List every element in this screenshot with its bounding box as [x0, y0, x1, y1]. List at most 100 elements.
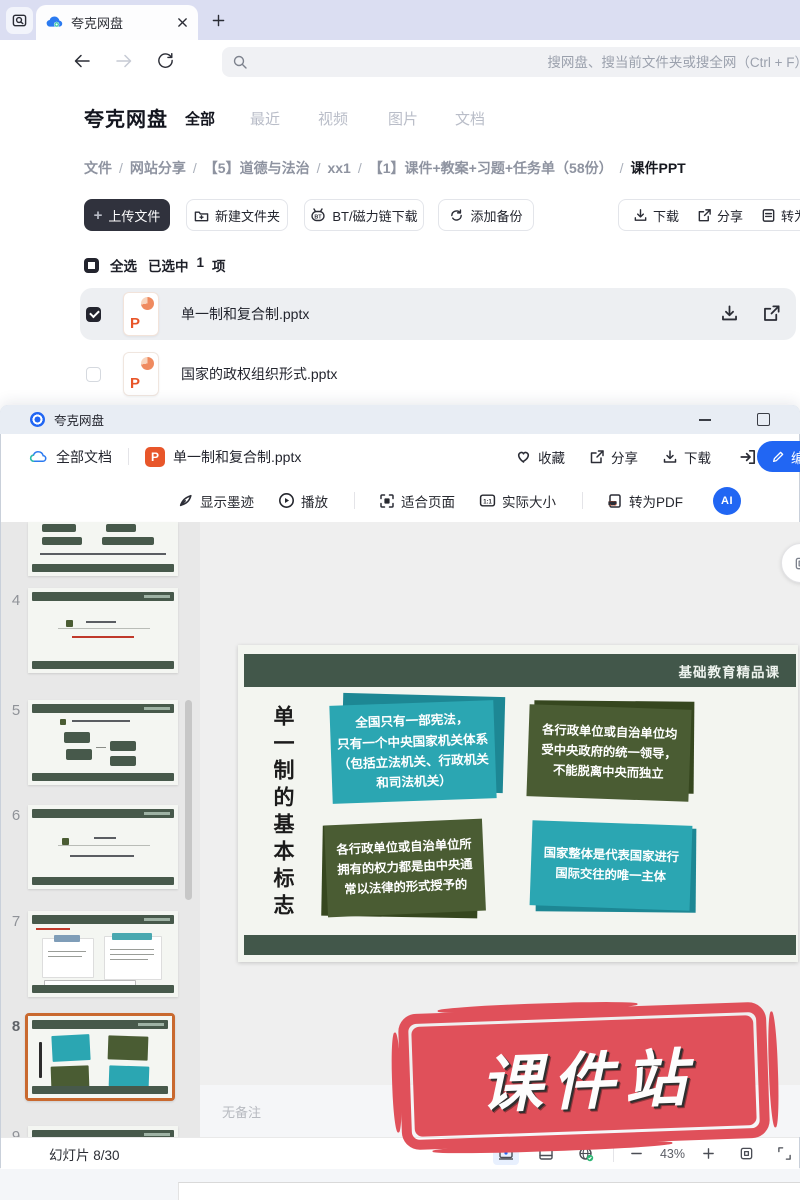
tab-all[interactable]: 全部	[185, 108, 215, 129]
thumbnail-number: 5	[8, 702, 24, 719]
breadcrumb-item[interactable]: 【5】道德与法治	[204, 160, 310, 176]
select-all-checkbox[interactable]	[84, 258, 99, 273]
slide-thumbnail[interactable]	[28, 522, 178, 576]
minimize-button[interactable]	[699, 419, 711, 421]
tab-recent[interactable]: 最近	[250, 108, 280, 129]
breadcrumb-item[interactable]: 【1】课件+教案+习题+任务单（58份）	[369, 160, 613, 176]
row-download-icon[interactable]	[720, 304, 740, 324]
edit-button[interactable]: 编辑	[757, 441, 800, 472]
slide-thumbnail[interactable]	[28, 911, 178, 997]
maximize-button[interactable]	[757, 413, 770, 426]
tab-video[interactable]: 视频	[318, 108, 348, 129]
viewer-share-button[interactable]: 分享	[589, 447, 638, 467]
play-tool[interactable]: 播放	[278, 491, 328, 511]
slide-thumbnail-current[interactable]	[25, 1013, 175, 1101]
slide-canvas: 基础教育精品课 单一制的基本标志 全国只有一部宪法， 只有一个中央国家机关体系 …	[238, 645, 798, 962]
download-icon	[662, 449, 678, 465]
document-title: 单一制和复合制.pptx	[173, 447, 515, 467]
fit-screen-icon[interactable]	[733, 1143, 759, 1165]
new-tab-button[interactable]	[206, 8, 230, 32]
slide-header-bar: 基础教育精品课	[244, 654, 796, 687]
selected-count: 已选中 1 项	[148, 255, 226, 275]
bt-magnet-download-button[interactable]: BT BT/磁力链下载	[304, 199, 424, 231]
sidebar-search-button[interactable]	[6, 7, 33, 34]
thumbnail-number: 8	[8, 1018, 24, 1035]
breadcrumb-item[interactable]: 文件	[84, 160, 112, 176]
thumbnail-number: 4	[8, 592, 24, 609]
zoom-in-icon[interactable]	[695, 1143, 721, 1165]
actual-size-tool[interactable]: 1:1 实际大小	[479, 491, 556, 511]
page-title: 夸克网盘	[84, 103, 168, 132]
row-open-icon[interactable]	[762, 304, 782, 324]
ink-pen-icon	[177, 492, 194, 509]
ai-assistant-button[interactable]: AI	[713, 487, 741, 515]
new-folder-button[interactable]: 新建文件夹	[186, 199, 288, 231]
play-icon	[278, 492, 295, 509]
tab-doc[interactable]: 文档	[455, 108, 485, 129]
slide-thumbnail[interactable]	[28, 700, 178, 785]
file-row[interactable]: P 国家的政权组织形式.pptx	[80, 348, 796, 400]
viewer-download-button[interactable]: 下载	[662, 447, 711, 467]
pdf-icon	[761, 208, 776, 223]
slide-vertical-title: 单一制的基本标志	[268, 705, 298, 921]
back-button[interactable]	[72, 51, 92, 71]
underlying-page-edge	[178, 1182, 800, 1200]
download-icon	[633, 208, 648, 223]
to-pdf-action[interactable]: 转为PDF	[761, 206, 800, 225]
fit-page-tool[interactable]: 适合页面	[379, 491, 455, 511]
one-to-one-icon: 1:1	[479, 492, 496, 509]
quark-logo-icon	[46, 14, 63, 31]
browser-tab[interactable]: 夸克网盘	[36, 5, 198, 40]
svg-text:PDF: PDF	[609, 501, 617, 505]
heart-icon	[515, 448, 532, 465]
viewer-tools: 显示墨迹 播放 适合页面 1:1 实际大小 PDF 转为PDF AI	[1, 479, 799, 523]
add-backup-button[interactable]: 添加备份	[438, 199, 534, 231]
fullscreen-icon[interactable]	[771, 1143, 797, 1165]
app-logo-icon	[30, 412, 45, 427]
favorite-button[interactable]: 收藏	[515, 447, 565, 467]
forward-button[interactable]	[114, 51, 134, 71]
slide-thumbnail[interactable]	[28, 1126, 178, 1137]
upload-button[interactable]: + 上传文件	[84, 199, 170, 231]
to-pdf-tool[interactable]: PDF 转为PDF	[607, 491, 683, 511]
viewer-status-bar: 幻灯片 8/30 43%	[1, 1137, 799, 1169]
screen: 夸克网盘 夸克网盘 全部 最近 视频 图片 文档 文件/网站分享/【5】道德与法…	[0, 0, 800, 1200]
search-bar[interactable]	[222, 47, 800, 77]
folder-plus-icon	[194, 208, 209, 223]
slide-text-box: 国家整体是代表国家进行 国际交往的唯一主体	[530, 820, 693, 911]
show-ink-tool[interactable]: 显示墨迹	[177, 491, 254, 511]
file-name[interactable]: 单一制和复合制.pptx	[181, 304, 720, 324]
thumbnail-scrollbar[interactable]	[185, 700, 192, 900]
file-row[interactable]: P 单一制和复合制.pptx	[80, 288, 796, 340]
download-action[interactable]: 下载	[633, 206, 679, 225]
pencil-icon	[771, 450, 785, 464]
cloud-icon	[29, 447, 48, 466]
save-to-drive-icon[interactable]	[739, 448, 757, 466]
fit-page-icon	[379, 493, 395, 509]
thumbnail-number: 7	[8, 913, 24, 930]
zoom-level[interactable]: 43%	[660, 1147, 685, 1161]
file-name[interactable]: 国家的政权组织形式.pptx	[181, 364, 796, 384]
file-checkbox[interactable]	[86, 307, 101, 322]
breadcrumb: 文件/网站分享/【5】道德与法治/xx1/【1】课件+教案+习题+任务单（58份…	[84, 158, 686, 178]
ppt-file-icon: P	[123, 292, 159, 336]
file-checkbox[interactable]	[86, 367, 101, 382]
slide-text-box: 全国只有一部宪法， 只有一个中央国家机关体系 （包括立法机关、行政机关 和司法机…	[329, 700, 496, 804]
bt-icon: BT	[310, 207, 326, 223]
breadcrumb-item[interactable]: 网站分享	[130, 160, 186, 176]
slide-footer-bar	[244, 935, 796, 955]
slide-thumbnail[interactable]	[28, 588, 178, 673]
slide-thumbnail[interactable]	[28, 805, 178, 889]
select-all-label[interactable]: 全选	[110, 255, 137, 275]
breadcrumb-current: 课件PPT	[631, 160, 686, 176]
breadcrumb-item[interactable]: xx1	[327, 160, 350, 176]
tab-image[interactable]: 图片	[388, 108, 418, 129]
window-title: 夸克网盘	[54, 410, 699, 429]
viewer-titlebar: 夸克网盘	[0, 405, 800, 434]
tab-close-icon[interactable]	[177, 17, 188, 28]
slide-header-badge: 基础教育精品课	[679, 661, 781, 681]
refresh-button[interactable]	[156, 51, 176, 71]
search-input[interactable]	[248, 55, 800, 70]
all-docs-link[interactable]: 全部文档	[56, 447, 112, 467]
share-action[interactable]: 分享	[697, 206, 743, 225]
